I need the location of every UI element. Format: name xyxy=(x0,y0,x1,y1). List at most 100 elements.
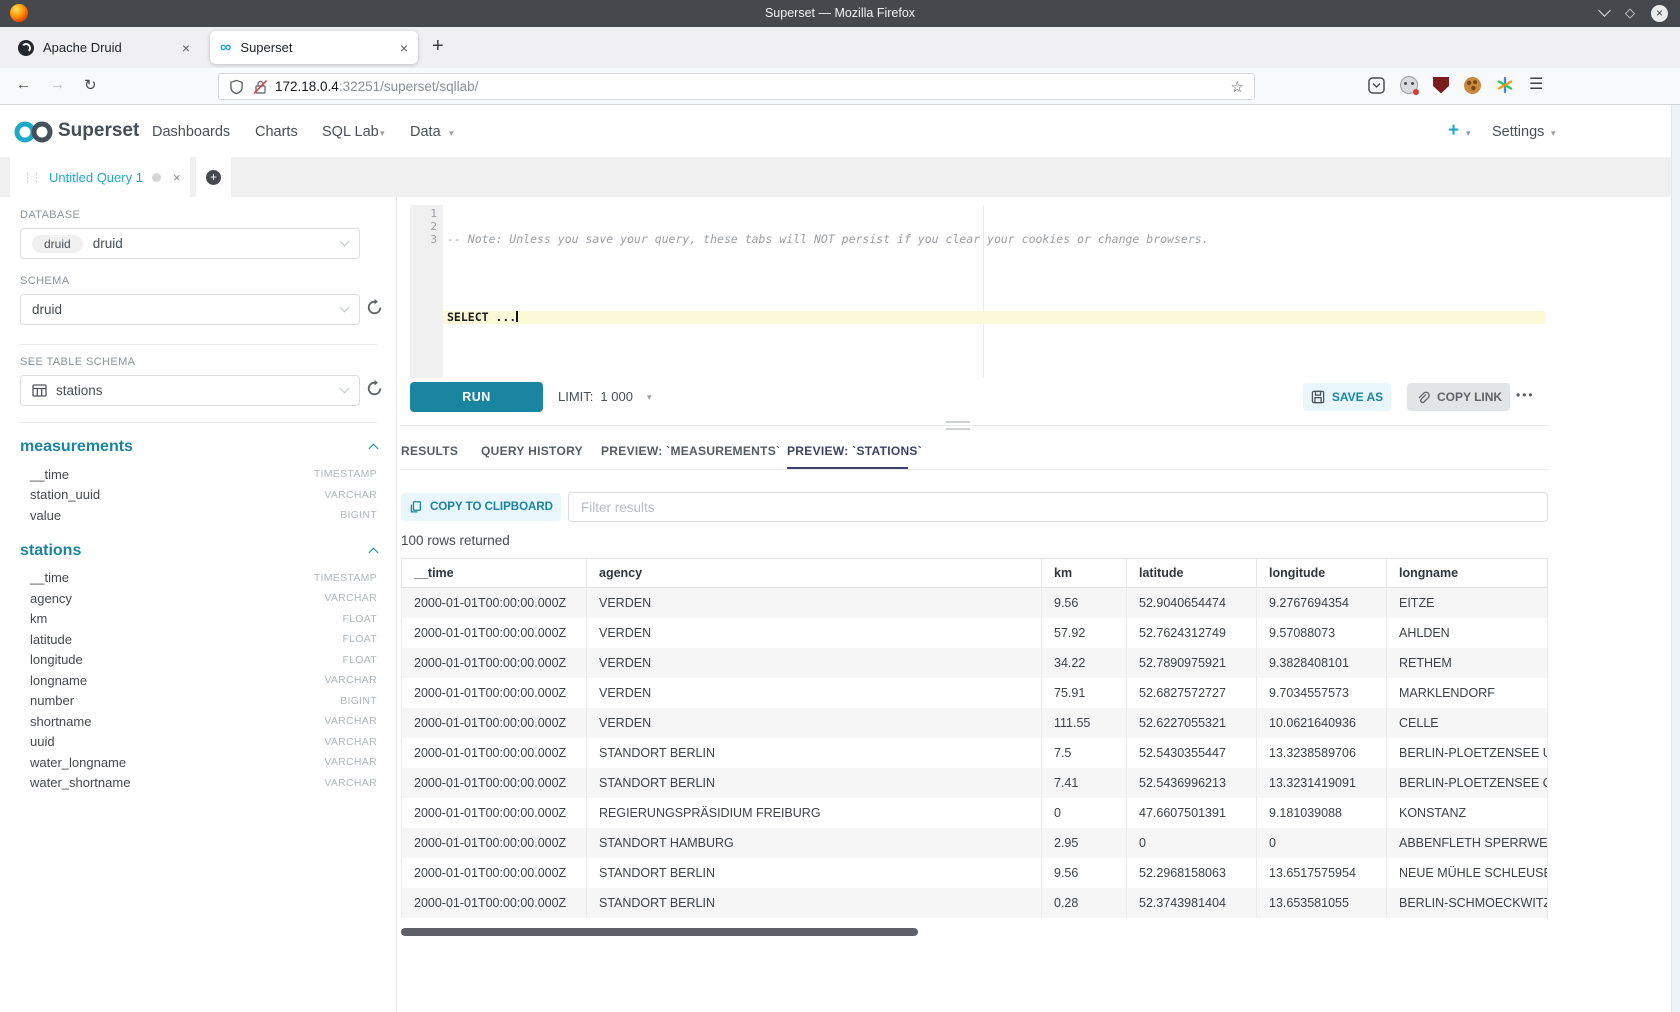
query-tab-close-icon[interactable]: × xyxy=(173,170,181,185)
new-query-tab-button[interactable]: + xyxy=(196,157,231,197)
schema-select[interactable]: druid xyxy=(20,294,360,325)
superset-navbar: Superset Dashboards Charts SQL Lab ▾ Dat… xyxy=(0,105,1680,157)
tab-preview-measurements[interactable]: PREVIEW: `MEASUREMENTS` xyxy=(601,444,780,458)
table-cell: BERLIN-SCHMOECKWITZ xyxy=(1386,888,1548,918)
browser-tab-apache-druid[interactable]: Apache Druid × xyxy=(8,31,200,64)
table-cell: 13.3231419091 xyxy=(1256,768,1386,798)
editor-active-line: SELECT ... xyxy=(443,311,1545,324)
pocket-extension-icon[interactable] xyxy=(1368,77,1385,94)
copy-to-clipboard-label: COPY TO CLIPBOARD xyxy=(430,501,553,513)
table-row: 2000-01-01T00:00:00.000ZSTANDORT BERLIN7… xyxy=(401,738,1548,768)
tab-close-icon[interactable]: × xyxy=(400,41,408,55)
chevron-up-icon[interactable] xyxy=(369,444,379,454)
nav-item-sql-lab[interactable]: SQL Lab xyxy=(322,124,379,140)
filter-results-input[interactable] xyxy=(568,492,1548,522)
menu-icon[interactable]: ☰ xyxy=(1529,77,1543,93)
more-actions-button[interactable]: ••• xyxy=(1516,388,1535,402)
ublock-shield-extension-icon[interactable] xyxy=(1433,77,1449,94)
nav-item-data[interactable]: Data xyxy=(410,124,441,140)
window-titlebar: Superset — Mozilla Firefox ◇ × xyxy=(0,0,1680,27)
column-header-longitude[interactable]: longitude xyxy=(1256,559,1386,587)
table-cell: EITZE xyxy=(1386,588,1548,618)
column-type: VARCHAR xyxy=(324,715,377,727)
refresh-tables-icon[interactable] xyxy=(365,379,387,401)
sql-editor[interactable]: 1 2 3 -- Note: Unless you save your quer… xyxy=(410,205,1545,378)
tabs-divider xyxy=(400,469,1548,470)
copy-icon xyxy=(409,500,422,514)
column-type: FLOAT xyxy=(342,633,377,645)
column-type: VARCHAR xyxy=(324,592,377,604)
query-status-dot xyxy=(152,173,161,182)
table-cell: STANDORT BERLIN xyxy=(586,858,1041,888)
tab-preview-stations[interactable]: PREVIEW: `STATIONS` xyxy=(787,444,922,458)
schema-column-row: __timeTIMESTAMP xyxy=(20,464,377,485)
column-header-__time[interactable]: __time xyxy=(402,559,586,587)
privacy-mask-extension-icon[interactable] xyxy=(1400,76,1418,94)
tab-query-history[interactable]: QUERY HISTORY xyxy=(481,444,583,458)
add-new-button[interactable]: + xyxy=(1448,120,1459,142)
splitter-grip-icon[interactable] xyxy=(946,421,970,430)
column-header-agency[interactable]: agency xyxy=(586,559,1041,587)
window-close-icon[interactable]: × xyxy=(1651,5,1668,22)
schema-table-header[interactable]: stations xyxy=(20,540,377,562)
save-icon xyxy=(1311,390,1325,404)
table-schema-select[interactable]: stations xyxy=(20,375,360,406)
chevron-down-icon: ▾ xyxy=(647,392,652,403)
pane-splitter[interactable] xyxy=(400,425,1548,426)
limit-dropdown[interactable]: LIMIT: 1 000 ▾ xyxy=(558,389,651,404)
browser-tab-superset[interactable]: ∞ Superset × xyxy=(210,31,418,64)
column-header-latitude[interactable]: latitude xyxy=(1126,559,1256,587)
address-bar[interactable]: 172.18.0.4:32251/superset/sqllab/ ☆ xyxy=(218,73,1255,100)
bookmark-star-icon[interactable]: ☆ xyxy=(1231,78,1244,96)
database-select[interactable]: druid druid xyxy=(20,228,360,259)
column-type: BIGINT xyxy=(340,695,377,707)
tab-close-icon[interactable]: × xyxy=(182,41,190,55)
table-row: 2000-01-01T00:00:00.000ZSTANDORT BERLIN0… xyxy=(401,888,1548,918)
reload-button[interactable]: ↻ xyxy=(84,76,97,94)
nav-item-dashboards[interactable]: Dashboards xyxy=(152,124,230,140)
settings-menu[interactable]: Settings xyxy=(1492,124,1544,140)
back-button[interactable]: ← xyxy=(16,76,31,93)
insecure-lock-icon[interactable] xyxy=(252,79,268,95)
schema-table-header[interactable]: measurements xyxy=(20,436,377,458)
cookie-extension-icon[interactable] xyxy=(1464,77,1481,94)
save-as-button[interactable]: SAVE AS xyxy=(1303,383,1391,411)
editor-content[interactable]: -- Note: Unless you save your query, the… xyxy=(443,207,1545,350)
table-cell: 9.3828408101 xyxy=(1256,648,1386,678)
tab-results[interactable]: RESULTS xyxy=(401,444,458,458)
query-tab-untitled-query-1[interactable]: ⋮⋮ Untitled Query 1 × xyxy=(10,157,190,197)
copy-to-clipboard-button[interactable]: COPY TO CLIPBOARD xyxy=(401,493,561,521)
schema-column-row: __timeTIMESTAMP xyxy=(20,568,377,589)
run-button[interactable]: RUN xyxy=(410,382,543,412)
brand-name[interactable]: Superset xyxy=(58,120,139,142)
table-cell: STANDORT BERLIN xyxy=(586,888,1041,918)
table-cell: 2000-01-01T00:00:00.000Z xyxy=(402,648,586,678)
line-number: 1 xyxy=(410,207,437,220)
window-maximize-icon[interactable]: ◇ xyxy=(1625,4,1635,22)
nav-item-charts[interactable]: Charts xyxy=(255,124,298,140)
copy-link-button[interactable]: COPY LINK xyxy=(1407,383,1510,411)
editor-code-text: SELECT ... xyxy=(447,310,516,324)
table-cell: 34.22 xyxy=(1041,648,1126,678)
horizontal-scrollbar-thumb[interactable] xyxy=(401,928,918,936)
sparkle-extension-icon[interactable] xyxy=(1496,76,1514,94)
tracking-shield-icon[interactable] xyxy=(229,79,244,95)
table-cell: 13.653581055 xyxy=(1256,888,1386,918)
column-name: __time xyxy=(30,570,69,585)
column-type: VARCHAR xyxy=(324,674,377,686)
schema-column-row: uuidVARCHAR xyxy=(20,732,377,753)
superset-logo-icon[interactable] xyxy=(14,119,54,145)
window-minimize-icon[interactable] xyxy=(1598,4,1611,17)
column-header-longname[interactable]: longname xyxy=(1386,559,1548,587)
drag-handle-icon[interactable]: ⋮⋮ xyxy=(22,171,40,184)
page-scrollbar-track[interactable] xyxy=(1671,105,1680,1012)
chevron-down-icon xyxy=(340,384,350,394)
column-header-km[interactable]: km xyxy=(1041,559,1126,587)
refresh-schemas-icon[interactable] xyxy=(365,298,387,320)
chevron-up-icon[interactable] xyxy=(369,547,379,557)
table-cell: 9.181039088 xyxy=(1256,798,1386,828)
new-tab-button[interactable]: + xyxy=(432,36,444,56)
forward-button[interactable]: → xyxy=(50,76,65,93)
editor-gutter: 1 2 3 xyxy=(410,205,443,378)
schema-column-row: shortnameVARCHAR xyxy=(20,711,377,732)
